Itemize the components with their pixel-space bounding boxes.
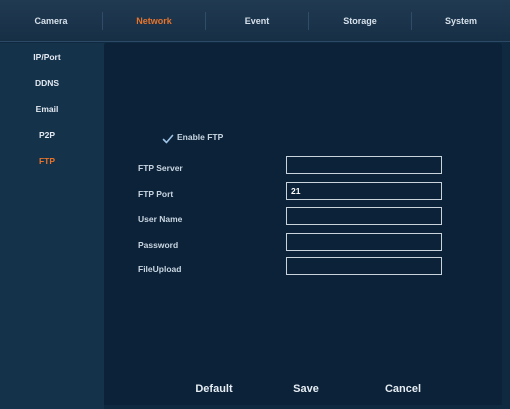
- tab-camera[interactable]: Camera: [0, 0, 102, 42]
- enable-ftp-label: Enable FTP: [177, 132, 224, 142]
- tab-storage[interactable]: Storage: [309, 0, 411, 42]
- sidebar-item-ftp[interactable]: FTP: [0, 156, 94, 166]
- ftp-port-label: FTP Port: [138, 189, 174, 199]
- cancel-button[interactable]: Cancel: [373, 383, 433, 395]
- ftp-server-field[interactable]: [286, 156, 442, 174]
- sidebar-item-ddns[interactable]: DDNS: [0, 78, 94, 88]
- ftp-port-field[interactable]: [286, 182, 442, 200]
- right-border: [502, 43, 510, 409]
- ftp-settings-panel: Enable FTP FTP Server FTP Port User Name…: [104, 43, 502, 405]
- user-name-field[interactable]: [286, 207, 442, 225]
- ftp-server-label: FTP Server: [138, 163, 183, 173]
- sidebar: IP/Port DDNS Email P2P FTP: [0, 43, 104, 409]
- file-upload-label: FileUpload: [138, 264, 182, 274]
- top-tab-bar: Camera Network Event Storage System: [0, 0, 510, 42]
- tab-network[interactable]: Network: [103, 0, 205, 42]
- sidebar-item-email[interactable]: Email: [0, 104, 94, 114]
- save-button[interactable]: Save: [276, 383, 336, 395]
- default-button[interactable]: Default: [184, 383, 244, 395]
- password-field[interactable]: [286, 233, 442, 251]
- user-name-label: User Name: [138, 214, 183, 224]
- tab-event[interactable]: Event: [206, 0, 308, 42]
- password-label: Password: [138, 240, 179, 250]
- sidebar-item-ip-port[interactable]: IP/Port: [0, 52, 94, 62]
- tab-system[interactable]: System: [412, 0, 510, 42]
- sidebar-item-p2p[interactable]: P2P: [0, 130, 94, 140]
- checkmark-icon: [162, 132, 174, 144]
- file-upload-field[interactable]: [286, 257, 442, 275]
- ftp-settings-screen: Camera Network Event Storage System IP/P…: [0, 0, 510, 409]
